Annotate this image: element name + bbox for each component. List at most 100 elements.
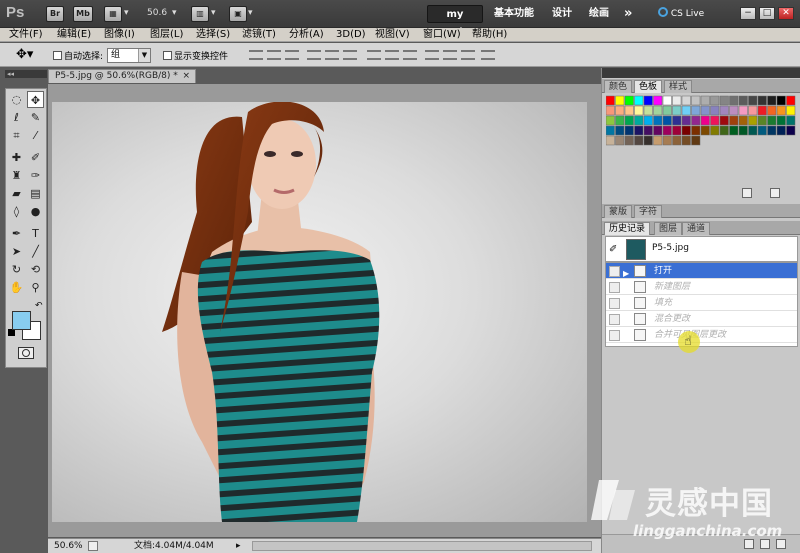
align-right-icon[interactable] — [343, 50, 357, 60]
swatch[interactable] — [691, 105, 701, 116]
swatch[interactable] — [691, 135, 701, 146]
distribute-right-icon[interactable] — [461, 50, 475, 60]
swatch-grid[interactable] — [606, 94, 796, 158]
swatch[interactable] — [606, 135, 615, 146]
swatch[interactable] — [653, 125, 663, 136]
document-tab[interactable]: P5-5.jpg @ 50.6%(RGB/8) * × — [48, 69, 196, 83]
swatch[interactable] — [767, 125, 777, 136]
hand-tool-icon[interactable]: ✋ — [8, 279, 25, 296]
swatch[interactable] — [681, 135, 691, 146]
status-info-icon[interactable] — [88, 541, 98, 551]
swatch[interactable] — [786, 105, 796, 116]
mini-bridge-button[interactable]: Mb — [73, 6, 93, 22]
swatch[interactable] — [700, 95, 710, 106]
history-brush-source-icon[interactable]: ✐ — [609, 244, 617, 255]
bridge-button[interactable]: Br — [46, 6, 64, 22]
menu-help[interactable]: 帮助(H) — [472, 28, 507, 42]
swatch[interactable] — [662, 115, 672, 126]
status-menu-arrow-icon[interactable]: ▸ — [236, 539, 241, 553]
swatch[interactable] — [643, 125, 653, 136]
swatch[interactable] — [681, 125, 691, 136]
tab-channels[interactable]: 通道 — [682, 222, 711, 235]
screen-mode-button[interactable]: ▣ — [229, 6, 247, 22]
tab-masks[interactable]: 蒙版 — [604, 205, 633, 218]
marquee-tool-icon[interactable]: ◌ — [8, 91, 25, 108]
line-tool-icon[interactable]: ╱ — [27, 243, 44, 260]
zoom-level-display[interactable]: 50.6 — [147, 8, 167, 18]
align-top-icon[interactable] — [249, 50, 263, 60]
swatch[interactable] — [748, 105, 758, 116]
menu-filter[interactable]: 滤镜(T) — [242, 28, 276, 42]
distribute-top-icon[interactable] — [367, 50, 381, 60]
horizontal-scrollbar[interactable] — [252, 541, 592, 551]
swatch[interactable] — [738, 115, 748, 126]
swatch[interactable] — [606, 125, 615, 136]
swatch[interactable] — [776, 95, 786, 106]
swatch[interactable] — [672, 115, 682, 126]
swatch[interactable] — [615, 115, 625, 126]
cs-live-button[interactable]: CS Live — [658, 5, 704, 23]
dodge-tool-icon[interactable]: ● — [27, 203, 44, 220]
panels-grip[interactable] — [602, 68, 800, 78]
swatch[interactable] — [634, 135, 644, 146]
swatch[interactable] — [653, 95, 663, 106]
history-item-merge[interactable]: 合并可见图层更改 — [606, 327, 797, 343]
swatch[interactable] — [729, 125, 739, 136]
swatch[interactable] — [757, 105, 767, 116]
minimize-button[interactable]: − — [740, 7, 756, 20]
tab-styles[interactable]: 样式 — [664, 80, 693, 93]
align-vcenter-icon[interactable] — [267, 50, 281, 60]
swatch[interactable] — [767, 115, 777, 126]
menu-analysis[interactable]: 分析(A) — [289, 28, 324, 42]
swatch[interactable] — [606, 115, 615, 126]
align-left-icon[interactable] — [307, 50, 321, 60]
tab-layers[interactable]: 图层 — [654, 222, 683, 235]
swatch[interactable] — [624, 135, 634, 146]
history-brush-tool-icon[interactable]: ✑ — [27, 167, 44, 184]
swatch[interactable] — [757, 125, 767, 136]
view-extras-button[interactable]: ▦ — [104, 6, 122, 22]
distribute-vcenter-icon[interactable] — [385, 50, 399, 60]
swatch[interactable] — [662, 95, 672, 106]
tab-character[interactable]: 字符 — [634, 205, 663, 218]
swatch[interactable] — [672, 95, 682, 106]
swatch[interactable] — [748, 95, 758, 106]
history-item-fill[interactable]: 填充 — [606, 295, 797, 311]
menu-window[interactable]: 窗口(W) — [423, 28, 461, 42]
move-tool-preset-icon[interactable]: ✥▾ — [16, 47, 33, 62]
workspace-painting[interactable]: 绘画 — [589, 5, 609, 23]
swatch[interactable] — [643, 105, 653, 116]
swatch[interactable] — [710, 95, 720, 106]
distribute-bottom-icon[interactable] — [403, 50, 417, 60]
swatch[interactable] — [767, 95, 777, 106]
swatch[interactable] — [615, 125, 625, 136]
swatch[interactable] — [634, 95, 644, 106]
swatch[interactable] — [729, 115, 739, 126]
swatch[interactable] — [634, 125, 644, 136]
menu-image[interactable]: 图像(I) — [104, 28, 135, 42]
menu-file[interactable]: 文件(F) — [9, 28, 43, 42]
move-tool-icon[interactable]: ✥ — [27, 91, 44, 108]
close-document-icon[interactable]: × — [182, 70, 190, 83]
healing-brush-tool-icon[interactable]: ✚ — [8, 149, 25, 166]
swatch[interactable] — [634, 115, 644, 126]
type-tool-icon[interactable]: T — [27, 225, 44, 242]
tab-history[interactable]: 历史记录 — [604, 222, 651, 235]
tab-swatches[interactable]: 色板 — [634, 80, 663, 93]
swatch[interactable] — [710, 105, 720, 116]
align-hcenter-icon[interactable] — [325, 50, 339, 60]
swatch[interactable] — [719, 95, 729, 106]
distribute-left-icon[interactable] — [425, 50, 439, 60]
history-item-new-layer[interactable]: 新建图层 — [606, 279, 797, 295]
swatch[interactable] — [643, 95, 653, 106]
swatch[interactable] — [786, 115, 796, 126]
tab-color[interactable]: 颜色 — [604, 80, 633, 93]
distribute-hcenter-icon[interactable] — [443, 50, 457, 60]
swatch[interactable] — [653, 105, 663, 116]
swatch[interactable] — [653, 135, 663, 146]
swatch[interactable] — [624, 95, 634, 106]
menu-edit[interactable]: 编辑(E) — [57, 28, 91, 42]
swatch[interactable] — [615, 105, 625, 116]
swatch[interactable] — [662, 105, 672, 116]
swatch[interactable] — [672, 125, 682, 136]
